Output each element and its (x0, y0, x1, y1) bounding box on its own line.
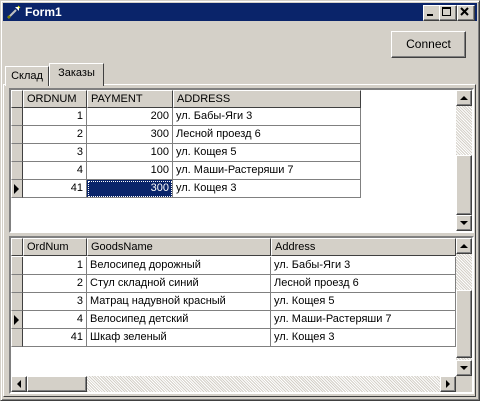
tab-sklad[interactable]: Склад (5, 66, 49, 86)
payment-cell-selected[interactable]: 300 (87, 180, 173, 198)
current-row-arrow-icon (14, 315, 19, 325)
ordnum-cell[interactable]: 4 (23, 311, 87, 329)
goodsname-cell[interactable]: Шкаф зеленый (87, 329, 271, 347)
scroll-down-button[interactable] (456, 360, 472, 376)
row-indicator[interactable] (11, 257, 23, 275)
orders-grid-header: ORDNUM PAYMENT ADDRESS (11, 90, 363, 108)
row-indicator[interactable] (11, 293, 23, 311)
address-cell[interactable]: Лесной проезд 6 (271, 275, 456, 293)
payment-cell[interactable]: 300 (87, 126, 173, 144)
goods-grid[interactable]: OrdNum GoodsName Address 1 Велосипед дор… (9, 236, 474, 394)
col-ordnum-header[interactable]: OrdNum (23, 238, 87, 256)
address-cell[interactable]: ул. Бабы-Яги 3 (271, 257, 456, 275)
row-indicator[interactable] (11, 180, 23, 198)
col-payment-header[interactable]: PAYMENT (87, 90, 173, 108)
arrow-right-icon (446, 380, 450, 388)
scroll-right-button[interactable] (440, 376, 456, 392)
address-cell[interactable]: ул. Кощея 3 (173, 180, 361, 198)
ordnum-cell[interactable]: 3 (23, 293, 87, 311)
row-indicator[interactable] (11, 329, 23, 347)
scroll-thumb[interactable] (456, 155, 472, 215)
row-indicator[interactable] (11, 108, 23, 126)
arrow-left-icon (17, 380, 21, 388)
goodsname-cell[interactable]: Велосипед детский (87, 311, 271, 329)
current-row-arrow-icon (14, 184, 19, 194)
col-address-header[interactable]: ADDRESS (173, 90, 361, 108)
payment-cell[interactable]: 100 (87, 144, 173, 162)
scroll-down-button[interactable] (456, 215, 472, 231)
payment-cell[interactable]: 200 (87, 108, 173, 126)
col-goodsname-header[interactable]: GoodsName (87, 238, 271, 256)
address-cell[interactable]: ул. Маши-Растеряши 7 (173, 162, 361, 180)
address-cell[interactable]: ул. Бабы-Яги 3 (173, 108, 361, 126)
row-indicator[interactable] (11, 126, 23, 144)
ordnum-cell[interactable]: 2 (23, 126, 87, 144)
arrow-up-icon (460, 96, 468, 100)
col-ordnum-header[interactable]: ORDNUM (23, 90, 87, 108)
arrow-down-icon (460, 221, 468, 225)
goodsname-cell[interactable]: Велосипед дорожный (87, 257, 271, 275)
minimize-icon (427, 14, 433, 16)
col-address-header[interactable]: Address (271, 238, 456, 256)
maximize-icon (442, 7, 451, 16)
header-indicator (11, 90, 23, 108)
ordnum-cell[interactable]: 41 (23, 180, 87, 198)
ordnum-cell[interactable]: 41 (23, 329, 87, 347)
goodsname-cell[interactable]: Матрац надувной красный (87, 293, 271, 311)
address-cell[interactable]: ул. Маши-Растеряши 7 (271, 311, 456, 329)
row-indicator[interactable] (11, 162, 23, 180)
tab-zakazy[interactable]: Заказы (49, 63, 104, 86)
ordnum-cell[interactable]: 1 (23, 257, 87, 275)
ordnum-cell[interactable]: 1 (23, 108, 87, 126)
app-icon (6, 4, 22, 20)
scroll-thumb[interactable] (456, 290, 472, 358)
arrow-down-icon (460, 366, 468, 370)
scroll-up-button[interactable] (456, 238, 472, 254)
header-indicator (11, 238, 23, 256)
row-indicator[interactable] (11, 311, 23, 329)
scroll-left-button[interactable] (11, 376, 27, 392)
address-cell[interactable]: ул. Кощея 5 (173, 144, 361, 162)
close-button[interactable] (457, 5, 475, 21)
scroll-corner (456, 376, 472, 392)
scroll-up-button[interactable] (456, 90, 472, 106)
address-cell[interactable]: Лесной проезд 6 (173, 126, 361, 144)
orders-vertical-scrollbar[interactable] (456, 90, 472, 231)
maximize-button[interactable] (439, 5, 457, 21)
close-icon (460, 7, 469, 16)
scroll-thumb-horizontal[interactable] (27, 376, 87, 392)
address-cell[interactable]: ул. Кощея 5 (271, 293, 456, 311)
row-indicator[interactable] (11, 275, 23, 293)
payment-cell[interactable]: 100 (87, 162, 173, 180)
ordnum-cell[interactable]: 2 (23, 275, 87, 293)
goods-horizontal-scrollbar[interactable] (11, 376, 456, 392)
row-indicator[interactable] (11, 144, 23, 162)
window-title: Form1 (25, 5, 62, 19)
goodsname-cell[interactable]: Стул складной синий (87, 275, 271, 293)
goods-grid-header: OrdNum GoodsName Address (11, 238, 456, 256)
address-cell[interactable]: ул. Кощея 3 (271, 329, 456, 347)
connect-button[interactable]: Connect (391, 31, 466, 58)
orders-grid[interactable]: ORDNUM PAYMENT ADDRESS 1 200 ул. Бабы-Яг… (9, 88, 474, 233)
title-bar[interactable]: Form1 (3, 3, 477, 21)
ordnum-cell[interactable]: 4 (23, 162, 87, 180)
goods-vertical-scrollbar[interactable] (456, 238, 472, 376)
arrow-up-icon (460, 244, 468, 248)
ordnum-cell[interactable]: 3 (23, 144, 87, 162)
